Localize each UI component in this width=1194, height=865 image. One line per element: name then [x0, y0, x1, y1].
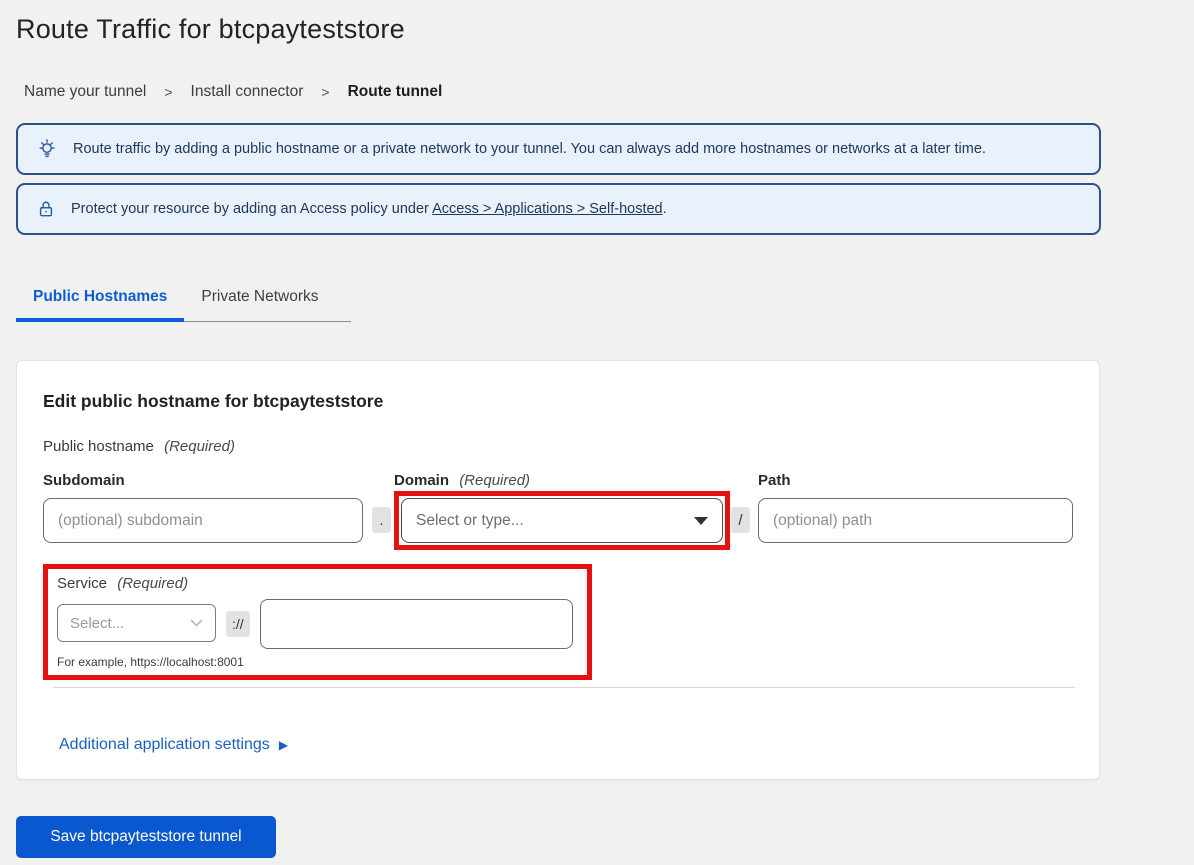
subdomain-input[interactable]: [43, 498, 363, 543]
hostname-fields-row: Subdomain . Domain (Required) Select or …: [43, 472, 1073, 550]
breadcrumb-step-route-tunnel: Route tunnel: [348, 83, 443, 101]
public-hostname-label: Public hostname: [43, 438, 154, 455]
path-label: Path: [758, 472, 1073, 498]
page-title: Route Traffic for btcpayteststore: [16, 14, 1101, 45]
breadcrumb-separator: >: [164, 84, 172, 100]
public-hostname-section-label: Public hostname (Required): [43, 438, 1073, 455]
subdomain-label: Subdomain: [43, 472, 363, 498]
service-helper-text: For example, https://localhost:8001: [57, 655, 573, 669]
service-required-label: (Required): [117, 575, 188, 592]
scheme-separator: ://: [226, 611, 250, 637]
banner-text: Protect your resource by adding an Acces…: [71, 201, 667, 217]
domain-select[interactable]: Select or type...: [401, 498, 723, 543]
info-banner-route-traffic: Route traffic by adding a public hostnam…: [16, 123, 1101, 175]
service-annotation-highlight: Service (Required) Select... :// For exa…: [43, 564, 592, 680]
service-type-select-value: Select...: [70, 615, 124, 632]
slash-separator: /: [731, 507, 750, 533]
path-input[interactable]: [758, 498, 1073, 543]
info-banner-access-policy: Protect your resource by adding an Acces…: [16, 183, 1101, 235]
breadcrumb-step-name-your-tunnel[interactable]: Name your tunnel: [24, 83, 146, 101]
dot-separator: .: [372, 507, 391, 533]
domain-field-group: Domain (Required) Select or type...: [394, 472, 730, 550]
tab-public-hostnames[interactable]: Public Hostnames: [16, 288, 184, 322]
card-divider: [53, 687, 1075, 688]
path-field-group: Path: [758, 472, 1073, 543]
edit-public-hostname-card: Edit public hostname for btcpayteststore…: [16, 360, 1100, 780]
service-type-select[interactable]: Select...: [57, 604, 216, 642]
additional-application-settings-link[interactable]: Additional application settings ▶: [59, 736, 288, 754]
page-content: Route Traffic for btcpayteststore Name y…: [0, 0, 1101, 858]
chevron-down-icon: [190, 619, 203, 627]
service-section-label: Service (Required): [57, 575, 573, 592]
domain-select-value: Select or type...: [416, 512, 524, 530]
tab-private-networks[interactable]: Private Networks: [184, 288, 350, 322]
domain-label-text: Domain: [394, 472, 449, 489]
banner-text: Route traffic by adding a public hostnam…: [73, 141, 986, 157]
banner-text-before-link: Protect your resource by adding an Acces…: [71, 201, 432, 217]
domain-required-label: (Required): [459, 472, 530, 489]
subdomain-field-group: Subdomain: [43, 472, 363, 543]
access-applications-self-hosted-link[interactable]: Access > Applications > Self-hosted: [432, 201, 663, 217]
breadcrumb-separator: >: [321, 84, 329, 100]
additional-settings-label: Additional application settings: [59, 736, 270, 754]
breadcrumb: Name your tunnel > Install connector > R…: [24, 83, 1101, 101]
public-hostname-required-label: (Required): [164, 438, 235, 455]
breadcrumb-step-install-connector[interactable]: Install connector: [191, 83, 304, 101]
banner-text-after-link: .: [663, 201, 667, 217]
domain-annotation-highlight: Select or type...: [394, 491, 730, 550]
service-label-text: Service: [57, 575, 107, 592]
arrow-right-icon: ▶: [279, 738, 288, 752]
tab-bar: Public Hostnames Private Networks: [16, 288, 1101, 322]
caret-down-icon: [694, 517, 708, 525]
lightbulb-icon: [36, 138, 58, 160]
card-heading: Edit public hostname for btcpayteststore: [43, 391, 1073, 412]
service-fields-row: Select... ://: [57, 599, 573, 649]
lock-icon: [36, 198, 56, 220]
save-tunnel-button[interactable]: Save btcpayteststore tunnel: [16, 816, 276, 858]
service-url-input[interactable]: [260, 599, 573, 649]
